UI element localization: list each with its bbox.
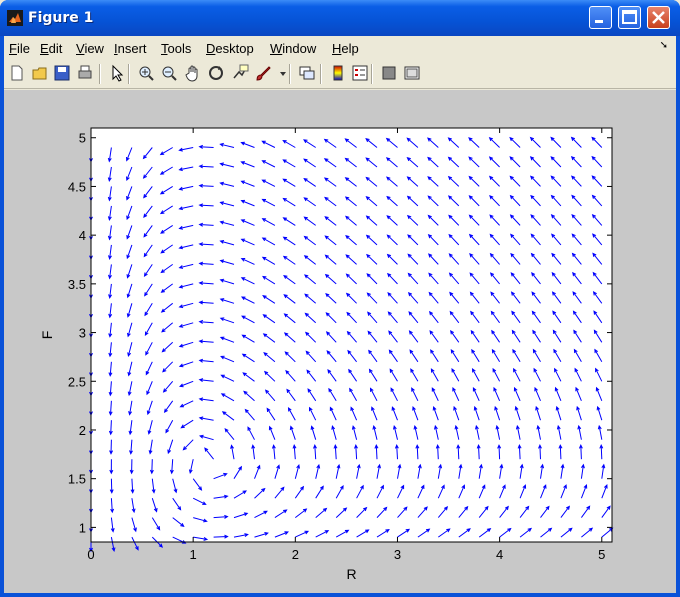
new-figure-icon[interactable] [8,64,26,82]
x-tick-label: 2 [292,547,299,562]
x-tick-label: 3 [394,547,401,562]
axes-background [91,128,612,542]
figure-window: Figure 1 File Edit View Insert Tools Desktop W… [0,0,680,597]
y-axis-label: F [39,331,55,340]
open-file-icon[interactable] [31,64,49,82]
x-tick-label: 4 [496,547,503,562]
print-icon[interactable] [76,64,94,82]
pointer-icon[interactable] [108,64,126,82]
pan-icon[interactable] [184,64,202,82]
menu-tools[interactable]: Tools [161,41,191,56]
maximize-icon [622,10,637,24]
zoom-in-icon[interactable] [137,64,155,82]
link-plot-icon[interactable] [298,64,316,82]
menu-file[interactable]: File [9,41,30,56]
y-tick-label: 2 [79,423,86,438]
legend-icon[interactable] [351,64,369,82]
y-tick-label: 1 [79,520,86,535]
maximize-button[interactable] [618,6,641,29]
y-tick-label: 4 [79,228,86,243]
x-tick-label: 5 [598,547,605,562]
menu-window[interactable]: Window [270,41,316,56]
matlab-logo-icon [7,10,23,26]
toolbar-separator [99,64,101,84]
dock-arrow-icon[interactable]: ➘ [660,40,668,51]
show-plot-tools-icon[interactable] [403,64,421,82]
toolbar-separator [289,64,291,84]
menu-edit[interactable]: Edit [40,41,62,56]
close-icon [652,11,665,24]
rotate-3d-icon[interactable] [207,64,225,82]
colorbar-icon[interactable] [329,64,347,82]
figure-canvas: 0 1 2 3 4 5 1 1.5 2 2.5 3 3.5 4 4.5 5 R F [4,90,676,593]
quiver-plot[interactable]: 0 1 2 3 4 511.522.533.544.55RF [4,90,676,593]
y-tick-label: 2.5 [68,374,86,389]
brush-icon[interactable] [254,64,272,82]
y-tick-label: 4.5 [68,179,86,194]
minimize-button[interactable] [589,6,612,29]
y-tick-label: 3.5 [68,277,86,292]
toolbar-separator [128,64,130,84]
y-tick-label: 1.5 [68,472,86,487]
x-tick-label: 1 [190,547,197,562]
zoom-out-icon[interactable] [160,64,178,82]
x-tick-label: 0 [87,547,94,562]
toolbar-separator [371,64,373,84]
menu-help[interactable]: Help [332,41,359,56]
menu-insert[interactable]: Insert [114,41,147,56]
menu-view[interactable]: View [76,41,104,56]
y-tick-label: 5 [79,131,86,146]
window-title: Figure 1 [28,10,94,26]
window-client: File Edit View Insert Tools Desktop Window Help… [4,36,676,593]
minimize-icon [595,20,603,23]
save-icon[interactable] [53,64,71,82]
x-axis-label: R [346,566,356,582]
menu-desktop[interactable]: Desktop [206,41,254,56]
title-bar[interactable]: Figure 1 [0,0,680,36]
menu-bar: File Edit View Insert Tools Desktop Window Help [4,36,676,60]
y-tick-label: 3 [79,326,86,341]
toolbar-separator [320,64,322,84]
data-cursor-icon[interactable] [231,64,249,82]
figure-toolbar [4,60,676,89]
brush-dropdown-icon[interactable] [274,64,286,82]
hide-plot-tools-icon[interactable] [380,64,398,82]
close-button[interactable] [647,6,670,29]
